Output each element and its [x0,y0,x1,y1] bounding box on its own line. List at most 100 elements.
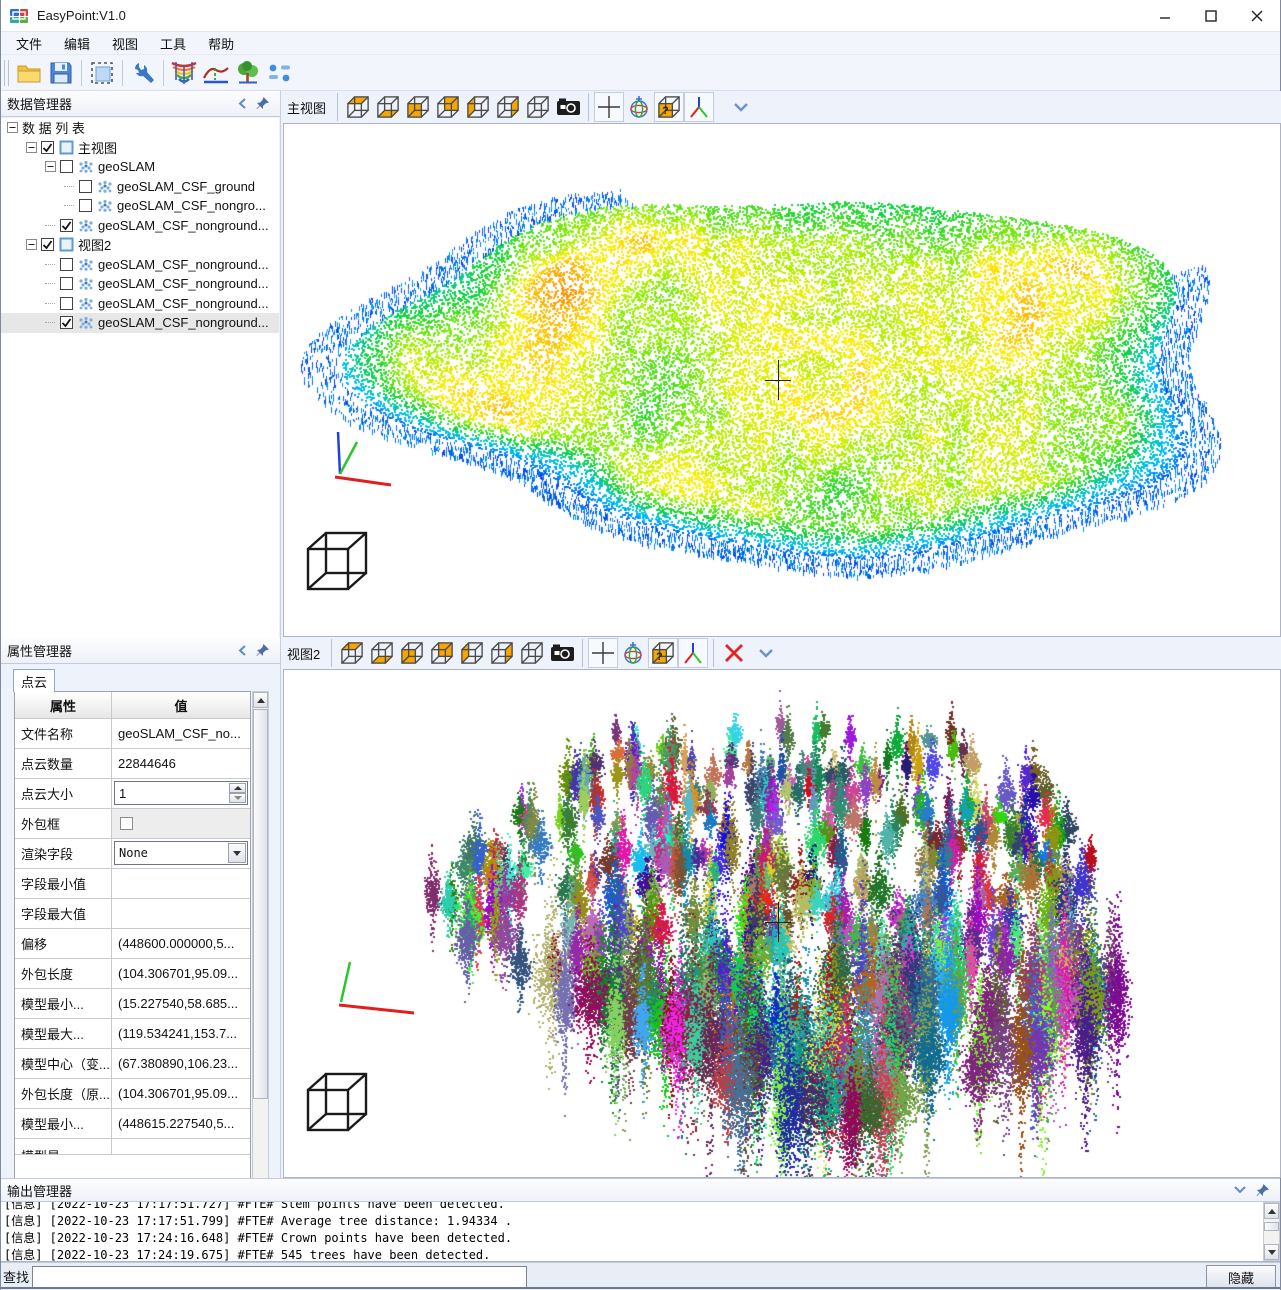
tree-item-geoslam[interactable]: geoSLAM [1,157,279,177]
point-segmentation-button[interactable] [264,58,296,88]
scroll-down-button[interactable] [1264,1244,1279,1260]
toolbar-more-chevron[interactable] [728,92,754,122]
tree-checkbox[interactable] [79,180,92,193]
close-button[interactable] [1234,0,1280,32]
crosshair-button[interactable] [594,92,624,122]
view-front-button[interactable] [403,92,433,122]
view-right-button[interactable] [493,92,523,122]
menu-item-0[interactable]: 文件 [5,32,53,55]
tree-checkbox[interactable] [41,238,54,251]
profile-analysis-button[interactable] [200,58,232,88]
cloud-icon [78,297,94,310]
open-folder-button[interactable] [13,58,45,88]
help-cube-button[interactable]: ? [648,638,678,668]
help-cube-button[interactable]: ? [654,92,684,122]
orbit-button[interactable] [618,638,648,668]
point-size-input[interactable]: 1 [114,781,248,805]
tree-item-geoslam_csf_nonground-[interactable]: geoSLAM_CSF_nonground... [1,294,279,314]
bbox-checkbox[interactable] [120,817,133,830]
tree-item--[interactable]: 数 据 列 表 [1,118,279,138]
data-manager-title: 数据管理器 [7,94,237,113]
property-row-11: 模型中心（变...(67.380890,106.23... [15,1049,250,1079]
col-header-value[interactable]: 值 [112,692,250,718]
tree-checkbox[interactable] [60,160,73,173]
toolbar-grip[interactable] [4,60,9,86]
view-iso-button[interactable] [523,92,553,122]
scroll-thumb[interactable] [253,709,268,1099]
view-back-button[interactable] [427,638,457,668]
tree-checkbox[interactable] [60,219,73,232]
tree-checkbox[interactable] [79,199,92,212]
property-table-scrollbar[interactable] [252,691,269,1255]
minimize-button[interactable] [1142,0,1188,32]
settings-wrench-button[interactable] [127,58,159,88]
toolbar-more-chevron[interactable] [753,638,779,668]
spin-down-button[interactable] [229,793,246,803]
view-right-button[interactable] [487,638,517,668]
tree-item-geoslam_csf_nongro-[interactable]: geoSLAM_CSF_nongro... [1,196,279,216]
orbit-button[interactable] [624,92,654,122]
menu-item-4[interactable]: 帮助 [197,32,245,55]
tree-detection-button[interactable] [232,58,264,88]
pin-icon[interactable] [1255,1183,1270,1198]
tree-item-geoslam_csf_nonground-[interactable]: geoSLAM_CSF_nonground... [1,274,279,294]
tab-point-cloud[interactable]: 点云 [13,669,55,692]
dropdown-arrow[interactable] [228,843,246,863]
point-cloud-segmentation-canvas[interactable] [284,670,1280,1177]
property-row-13: 模型最小...(448615.227540,5... [15,1109,250,1139]
snapshot-camera-button[interactable] [547,638,577,668]
view-cube-icon[interactable] [304,1068,370,1142]
view-top-button[interactable] [337,638,367,668]
collapse-left-icon[interactable] [237,97,247,110]
view-bottom-button[interactable] [367,638,397,668]
csf-filter-button[interactable] [168,58,200,88]
close-view-button[interactable] [719,638,749,668]
snapshot-camera-button[interactable] [553,92,583,122]
tree-checkbox[interactable] [60,297,73,310]
view-left-button[interactable] [457,638,487,668]
menu-item-3[interactable]: 工具 [149,32,197,55]
pin-icon[interactable] [255,96,270,111]
cloud-icon [78,277,94,290]
scroll-up-button[interactable] [1264,1203,1279,1219]
tree-checkbox[interactable] [60,277,73,290]
maximize-button[interactable] [1188,0,1234,32]
render-field-select[interactable]: None [114,841,248,865]
scroll-thumb[interactable] [1264,1222,1279,1231]
tree-checkbox[interactable] [60,258,73,271]
tree-item--2[interactable]: 视图2 [1,235,279,255]
crosshair-button[interactable] [588,638,618,668]
tree-item-geoslam_csf_nonground-[interactable]: geoSLAM_CSF_nonground... [1,216,279,236]
tree-item--[interactable]: 主视图 [1,138,279,158]
axis-button[interactable] [678,638,708,668]
pin-icon[interactable] [255,643,270,658]
tree-item-geoslam_csf_nonground-[interactable]: geoSLAM_CSF_nonground... [1,313,279,333]
axis-button[interactable] [684,92,714,122]
chevron-down-icon[interactable] [1233,1185,1247,1195]
view-cube-icon[interactable] [304,527,370,601]
property-row-6: 字段最大值 [15,899,250,929]
spin-up-button[interactable] [229,783,246,793]
view-iso-button[interactable] [517,638,547,668]
col-header-property[interactable]: 属性 [15,692,112,718]
find-input[interactable] [32,1266,527,1288]
log-scrollbar[interactable] [1263,1202,1280,1261]
view-bottom-button[interactable] [373,92,403,122]
select-area-button[interactable] [86,58,118,88]
tree-item-geoslam_csf_ground[interactable]: geoSLAM_CSF_ground [1,177,279,197]
view-top-button[interactable] [343,92,373,122]
menu-item-2[interactable]: 视图 [101,32,149,55]
tree-checkbox[interactable] [60,316,73,329]
tree-checkbox[interactable] [41,141,54,154]
tree-item-geoslam_csf_nonground-[interactable]: geoSLAM_CSF_nonground... [1,255,279,275]
save-button[interactable] [45,58,77,88]
view-left-button[interactable] [463,92,493,122]
view-front-button[interactable] [397,638,427,668]
hide-button[interactable]: 隐藏 [1206,1265,1276,1289]
collapse-left-icon[interactable] [237,644,247,657]
find-bar: 查找 隐藏 [1,1262,1280,1290]
scroll-up-button[interactable] [253,692,268,708]
menu-item-1[interactable]: 编辑 [53,32,101,55]
cloud-icon [78,160,94,173]
view-back-button[interactable] [433,92,463,122]
